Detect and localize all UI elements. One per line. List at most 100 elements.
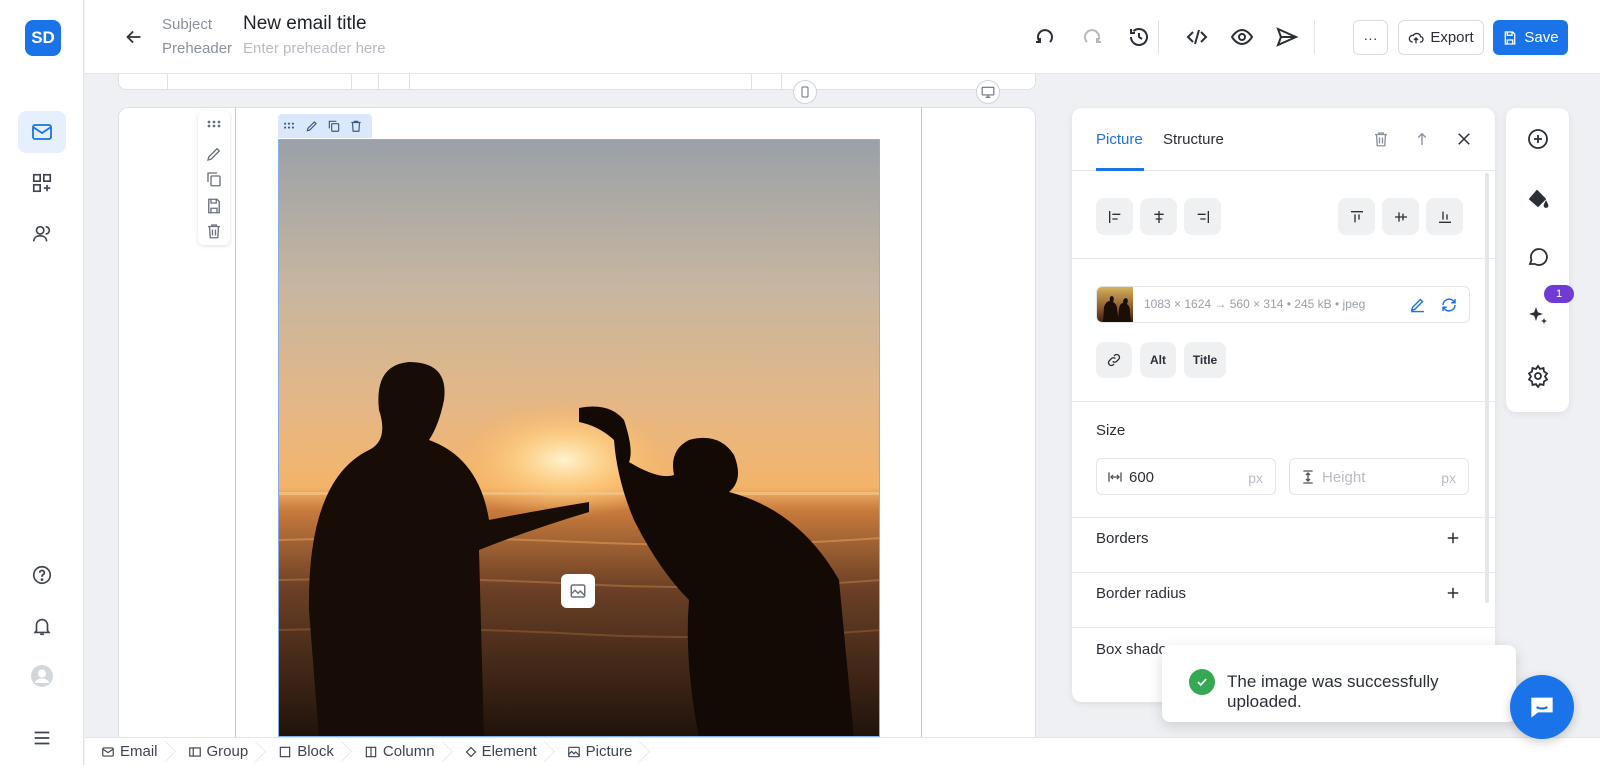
subject-input[interactable]: New email title [243,13,367,35]
export-button[interactable]: Export [1398,20,1484,55]
title-attr-button[interactable]: Title [1184,342,1226,378]
breadcrumb-label: Group [206,743,249,760]
picture-element[interactable] [278,139,880,737]
breadcrumb-element[interactable]: Element [447,738,549,765]
header-divider [1158,20,1159,54]
image-icon [569,582,587,600]
alt-text-button[interactable]: Alt [1140,342,1176,378]
menu-button[interactable] [18,717,66,759]
preheader-input[interactable]: Enter preheader here [243,40,386,57]
replace-image-icon[interactable] [1440,296,1458,314]
code-icon[interactable] [1185,25,1209,49]
cloud-upload-icon [1408,30,1424,46]
select-parent-icon[interactable] [1413,130,1431,148]
divider [1072,627,1495,628]
align-right-button[interactable] [1184,198,1221,235]
valign-middle-button[interactable] [1382,198,1419,235]
active-tab-indicator [1096,168,1144,171]
breadcrumb-column[interactable]: Column [346,738,447,765]
comments-icon[interactable] [1526,245,1550,269]
drag-handle-icon[interactable] [205,119,223,129]
more-label: ··· [1363,29,1378,46]
align-right-icon [1195,209,1211,225]
breadcrumb-block[interactable]: Block [260,738,346,765]
sidebar-item-emails[interactable] [18,111,66,153]
link-icon [1106,352,1122,368]
right-toolbar [1506,108,1569,412]
edit-pencil-icon[interactable] [205,145,223,163]
breadcrumb: Email Group Block Column Element Picture [85,737,1600,765]
image-icon [567,745,581,759]
breadcrumb-label: Block [297,743,334,760]
sidebar-item-users[interactable] [18,213,66,255]
canvas-previous-block [118,74,1036,90]
paint-bucket-icon[interactable] [1526,187,1550,211]
valign-bottom-button[interactable] [1426,198,1463,235]
breadcrumb-picture[interactable]: Picture [549,738,645,765]
send-icon[interactable] [1275,25,1299,49]
logo[interactable]: SD [25,20,61,56]
avatar-icon [30,664,54,688]
bell-icon [31,615,53,637]
edit-image-icon[interactable] [1409,296,1426,313]
sparkles-icon[interactable] [1526,304,1550,328]
column-guide-left [235,107,236,737]
undo-icon[interactable] [1033,25,1057,49]
column-guide-right [921,107,922,737]
more-options-button[interactable]: ··· [1353,20,1388,55]
trash-icon[interactable] [1372,130,1390,148]
trash-icon[interactable] [205,222,223,240]
trash-icon[interactable] [349,119,363,133]
add-circle-icon[interactable] [1526,127,1550,151]
close-icon[interactable] [1455,130,1473,148]
height-placeholder: Height [1322,469,1366,486]
support-chat-button[interactable] [1510,675,1574,739]
grid-plus-icon [31,172,53,194]
breadcrumb-email[interactable]: Email [85,738,170,765]
redo-icon[interactable] [1080,25,1104,49]
align-left-button[interactable] [1096,198,1133,235]
link-button[interactable] [1096,342,1132,378]
column-divider [351,74,352,89]
version-history-icon[interactable] [1127,25,1151,49]
tab-picture[interactable]: Picture [1096,131,1143,148]
envelope-icon [101,745,115,759]
borders-label[interactable]: Borders [1096,530,1149,547]
height-icon [1300,469,1316,485]
expand-borders-plus-icon[interactable] [1444,529,1462,547]
duplicate-icon[interactable] [327,119,341,133]
width-field[interactable]: 600 px [1096,458,1276,495]
desktop-view-toggle[interactable] [976,80,1000,104]
breadcrumb-label: Picture [585,743,633,760]
breadcrumb-group[interactable]: Group [170,738,261,765]
image-replace-button[interactable] [561,574,595,608]
group-icon [188,745,202,759]
height-field[interactable]: Height px [1289,458,1469,495]
panel-scrollbar[interactable] [1485,173,1489,603]
notifications-button[interactable] [18,605,66,647]
align-center-button[interactable] [1140,198,1177,235]
height-unit: px [1441,470,1456,486]
valign-top-button[interactable] [1338,198,1375,235]
edit-pencil-icon[interactable] [305,119,319,133]
preview-eye-icon[interactable] [1230,25,1254,49]
help-button[interactable] [18,554,66,596]
settings-panel: Picture Structure 1083 × 1624 → 560 × 31… [1072,108,1495,702]
save-button[interactable]: Save [1493,20,1568,55]
profile-button[interactable] [18,655,66,697]
success-toast: The image was successfully uploaded. [1162,645,1516,722]
expand-border-radius-plus-icon[interactable] [1444,584,1462,602]
save-module-icon[interactable] [205,197,223,215]
tab-structure[interactable]: Structure [1163,131,1224,148]
toast-message: The image was successfully uploaded. [1227,672,1439,711]
mobile-view-toggle[interactable] [793,80,817,104]
save-label: Save [1524,29,1559,46]
drag-handle-icon[interactable] [282,119,296,133]
border-radius-label[interactable]: Border radius [1096,585,1186,602]
duplicate-icon[interactable] [205,170,223,188]
header-divider [1314,20,1315,54]
sidebar-item-modules[interactable] [18,162,66,204]
width-value: 600 [1129,469,1155,486]
gear-icon[interactable] [1526,364,1550,388]
back-arrow-icon[interactable] [123,26,145,48]
